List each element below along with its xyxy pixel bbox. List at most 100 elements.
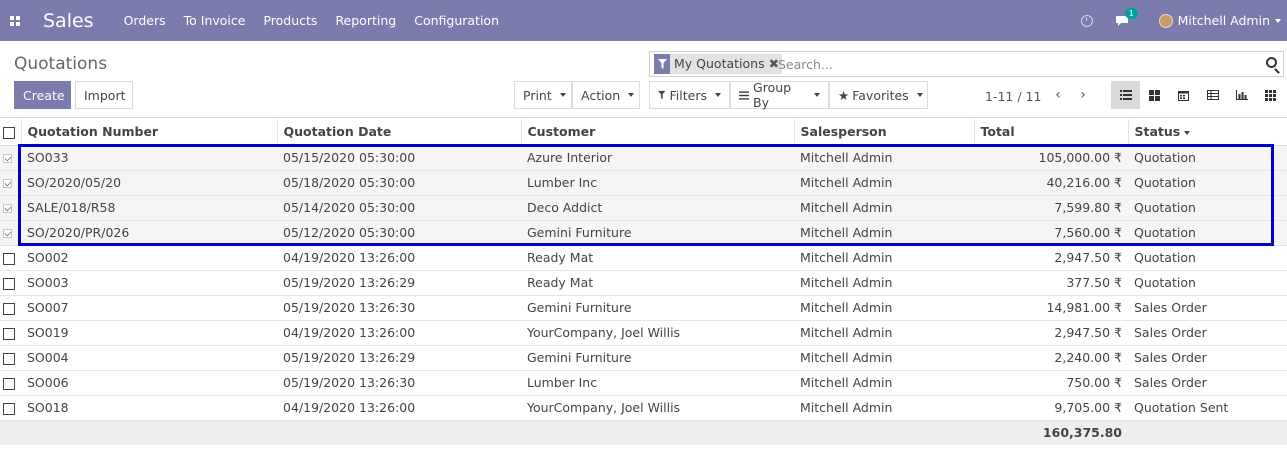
cell-quotation-number: SO006: [21, 370, 277, 396]
cell-quotation-date: 05/19/2020 13:26:30: [277, 295, 521, 321]
row-select-cell[interactable]: [0, 245, 21, 271]
cell-quotation-number: SO/2020/PR/026: [21, 220, 277, 246]
app-name[interactable]: Sales: [43, 10, 94, 32]
footer-cell: [21, 420, 277, 445]
column-customer[interactable]: Customer: [521, 119, 795, 146]
table-row[interactable]: SO007 05/19/2020 13:26:30 Gemini Furniture…: [0, 295, 1287, 321]
row-select-cell[interactable]: [0, 195, 21, 221]
table-row[interactable]: SO003 05/19/2020 13:26:29 Ready Mat Mitchel…: [0, 270, 1287, 296]
menu-orders[interactable]: Orders: [124, 13, 166, 28]
table-row[interactable]: SO002 04/19/2020 13:26:00 Ready Mat Mitchel…: [0, 245, 1287, 271]
action-dropdown[interactable]: Action: [572, 81, 640, 109]
graph-view-button[interactable]: [1227, 81, 1256, 109]
pager-next-button[interactable]: ›: [1075, 86, 1091, 104]
cell-total: 7,560.00 ₹: [974, 220, 1128, 246]
cell-customer: YourCompany, Joel Willis: [521, 395, 794, 421]
apps-menu-icon[interactable]: [0, 0, 30, 41]
chevron-down-icon[interactable]: [1275, 18, 1281, 23]
chevron-down-icon: [559, 93, 566, 97]
control-panel: Quotations My Quotations ✖ Create Import…: [0, 41, 1287, 118]
cell-salesperson: Mitchell Admin: [794, 170, 974, 196]
activity-clock-icon[interactable]: [1080, 14, 1093, 27]
row-checkbox[interactable]: [3, 204, 12, 213]
cell-status: Quotation: [1128, 245, 1287, 271]
create-button[interactable]: Create: [14, 81, 71, 109]
cell-salesperson: Mitchell Admin: [794, 345, 974, 371]
cell-quotation-date: 05/19/2020 13:26:29: [277, 270, 521, 296]
table-row[interactable]: SO/2020/PR/026 05/12/2020 05:30:00 Gemini …: [0, 220, 1287, 246]
row-select-cell[interactable]: [0, 320, 21, 346]
menu-reporting[interactable]: Reporting: [335, 13, 396, 28]
column-quotation-date[interactable]: Quotation Date: [277, 119, 522, 146]
table-footer-row: 160,375.80: [0, 420, 1287, 445]
row-checkbox[interactable]: [3, 229, 12, 238]
row-select-cell[interactable]: [0, 170, 21, 196]
view-switcher: [1111, 81, 1285, 109]
cell-total: 377.50 ₹: [974, 270, 1128, 296]
grid-view-button[interactable]: [1256, 81, 1285, 109]
cell-quotation-number: SALE/018/R58: [21, 195, 277, 221]
column-salesperson[interactable]: Salesperson: [794, 119, 975, 146]
table-row[interactable]: SALE/018/R58 05/14/2020 05:30:00 Deco Addi…: [0, 195, 1287, 221]
table-row[interactable]: SO006 05/19/2020 13:26:30 Lumber Inc Mitche…: [0, 370, 1287, 396]
row-select-cell[interactable]: [0, 295, 21, 321]
row-checkbox[interactable]: [3, 327, 15, 340]
pivot-view-button[interactable]: [1198, 81, 1227, 109]
table-row[interactable]: SO019 04/19/2020 13:26:00 YourCompany, Joe…: [0, 320, 1287, 346]
search-icon[interactable]: [1266, 57, 1277, 68]
cell-salesperson: Mitchell Admin: [794, 320, 974, 346]
column-quotation-number[interactable]: Quotation Number: [21, 119, 278, 146]
row-select-cell[interactable]: [0, 395, 21, 421]
row-checkbox[interactable]: [3, 252, 15, 265]
calendar-view-button[interactable]: [1169, 81, 1198, 109]
cell-customer: Gemini Furniture: [521, 345, 794, 371]
kanban-view-button[interactable]: [1140, 81, 1169, 109]
print-dropdown[interactable]: Print: [514, 81, 572, 109]
row-checkbox[interactable]: [3, 302, 15, 315]
row-select-cell[interactable]: [0, 345, 21, 371]
table-row[interactable]: SO004 05/19/2020 13:26:29 Gemini Furniture…: [0, 345, 1287, 371]
column-total[interactable]: Total: [974, 119, 1129, 146]
table-row[interactable]: SO033 05/15/2020 05:30:00 Azure Interior Mi…: [0, 145, 1287, 171]
search-input[interactable]: [778, 52, 1248, 76]
user-name[interactable]: Mitchell Admin: [1178, 13, 1270, 28]
row-select-cell[interactable]: [0, 370, 21, 396]
row-checkbox[interactable]: [3, 154, 12, 163]
footer-cell: [277, 420, 521, 445]
table-row[interactable]: SO/2020/05/20 05/18/2020 05:30:00 Lumber I…: [0, 170, 1287, 196]
favorites-dropdown[interactable]: ★ Favorites: [829, 81, 928, 109]
chat-icon[interactable]: 1: [1115, 8, 1138, 26]
cell-quotation-number: SO019: [21, 320, 277, 346]
table-row[interactable]: SO018 04/19/2020 13:26:00 YourCompany, Joe…: [0, 395, 1287, 421]
select-all-checkbox[interactable]: [3, 126, 15, 139]
row-select-cell[interactable]: [0, 270, 21, 296]
import-button[interactable]: Import: [75, 81, 133, 109]
filters-dropdown[interactable]: Filters: [649, 81, 730, 109]
footer-total: 160,375.80: [974, 420, 1128, 445]
menu-configuration[interactable]: Configuration: [414, 13, 499, 28]
row-select-cell[interactable]: [0, 220, 21, 246]
row-checkbox[interactable]: [3, 402, 15, 415]
cell-quotation-number: SO004: [21, 345, 277, 371]
row-checkbox[interactable]: [3, 277, 15, 290]
list-view-button[interactable]: [1111, 81, 1140, 109]
pager-value[interactable]: 1-11 / 11: [985, 89, 1041, 104]
search-box[interactable]: My Quotations ✖: [649, 51, 1284, 77]
menu-to-invoice[interactable]: To Invoice: [184, 13, 246, 28]
action-label: Action: [581, 87, 621, 103]
row-checkbox[interactable]: [3, 352, 15, 365]
row-select-cell[interactable]: [0, 145, 21, 171]
cell-quotation-number: SO033: [21, 145, 277, 171]
avatar[interactable]: [1158, 13, 1173, 28]
cell-quotation-date: 04/19/2020 13:26:00: [277, 245, 521, 271]
column-status-header[interactable]: Status: [1128, 119, 1287, 146]
cell-quotation-date: 05/12/2020 05:30:00: [277, 220, 521, 246]
select-all-header[interactable]: [0, 119, 22, 146]
row-checkbox[interactable]: [3, 377, 15, 390]
calendar-icon: [1178, 90, 1189, 101]
row-checkbox[interactable]: [3, 179, 12, 188]
pager-previous-button[interactable]: ‹: [1050, 86, 1066, 104]
menu-products[interactable]: Products: [263, 13, 317, 28]
groupby-dropdown[interactable]: Group By: [730, 80, 829, 110]
cell-quotation-number: SO/2020/05/20: [21, 170, 277, 196]
